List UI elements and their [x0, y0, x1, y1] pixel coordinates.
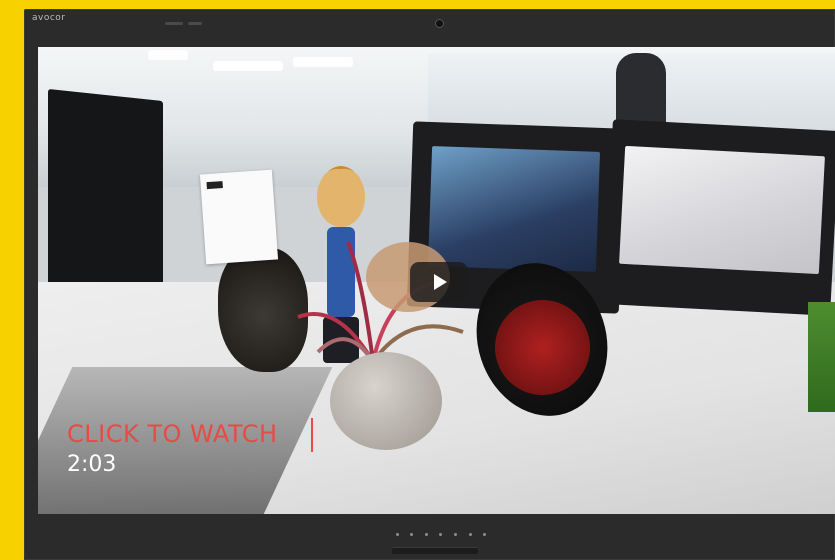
framed-photo: [619, 145, 825, 275]
ceiling-light: [148, 50, 188, 60]
person-silhouette: [616, 53, 666, 128]
business-card: [199, 169, 279, 265]
play-button[interactable]: [410, 262, 468, 302]
click-to-watch-label[interactable]: CLICK TO WATCH: [67, 420, 278, 448]
ceiling-light: [293, 57, 353, 67]
control-button[interactable]: [424, 533, 428, 536]
video-duration: 2:03: [67, 452, 117, 477]
sensor-indicator: [165, 22, 183, 25]
pen-tray: [392, 547, 478, 554]
desk-plant: [808, 302, 835, 412]
hardware-controls: [390, 529, 492, 540]
play-icon: [434, 274, 447, 290]
brand-logo: avocor: [32, 13, 66, 23]
control-button[interactable]: [454, 533, 458, 536]
control-button[interactable]: [439, 533, 443, 536]
control-button[interactable]: [410, 533, 414, 536]
cta-divider: [311, 418, 313, 452]
control-button[interactable]: [468, 533, 472, 536]
camera-icon: [436, 20, 443, 27]
control-button[interactable]: [395, 533, 399, 536]
plant-pot: [330, 352, 442, 450]
control-button[interactable]: [483, 533, 487, 536]
ceiling-light: [213, 61, 283, 71]
sensor-indicator: [188, 22, 202, 25]
